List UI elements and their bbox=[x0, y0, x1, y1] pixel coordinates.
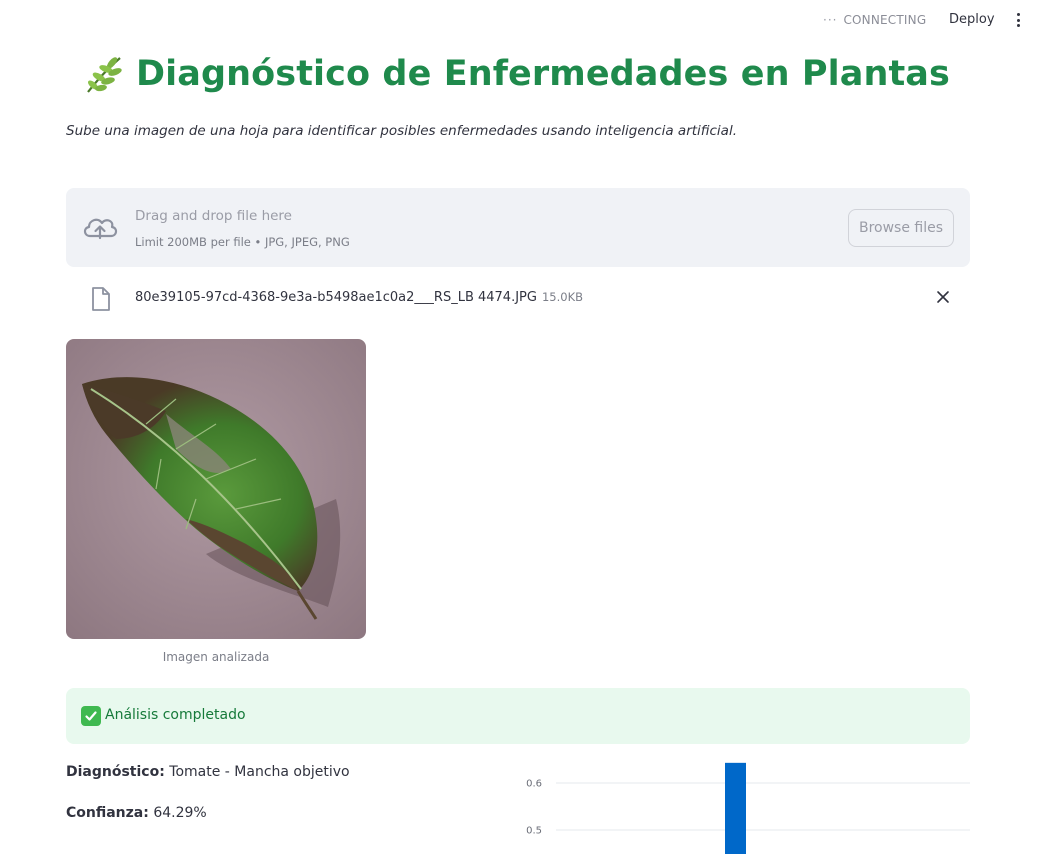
connection-status: ··· CONNECTING bbox=[823, 13, 926, 27]
confidence-bar[interactable] bbox=[725, 762, 746, 854]
herb-icon bbox=[87, 57, 122, 93]
main-menu-icon[interactable] bbox=[1012, 11, 1024, 29]
check-mark-icon bbox=[81, 706, 101, 726]
close-icon[interactable] bbox=[936, 290, 950, 304]
page-title: Diagnóstico de Enfermedades en Plantas bbox=[136, 54, 950, 94]
connecting-icon: ··· bbox=[823, 13, 838, 27]
file-icon bbox=[92, 287, 110, 311]
browse-files-button[interactable]: Browse files bbox=[848, 209, 954, 247]
confidence-bar-chart: 0.6 0.5 bbox=[526, 762, 970, 854]
leaf-photo bbox=[66, 339, 366, 639]
success-alert: Análisis completado bbox=[66, 688, 970, 744]
confidence-line: Confianza: 64.29% bbox=[66, 805, 207, 821]
dropzone-limit: Limit 200MB per file • JPG, JPEG, PNG bbox=[135, 235, 350, 249]
success-message: Análisis completado bbox=[105, 707, 246, 723]
uploaded-file-name: 80e39105-97cd-4368-9e3a-b5498ae1c0a2___R… bbox=[135, 290, 583, 305]
cloud-upload-icon bbox=[83, 218, 118, 240]
top-bar: ··· CONNECTING Deploy bbox=[0, 0, 1049, 40]
page-title-row: Diagnóstico de Enfermedades en Plantas bbox=[82, 52, 950, 96]
status-text: CONNECTING bbox=[843, 13, 927, 27]
page-subtitle: Sube una imagen de una hoja para identif… bbox=[66, 123, 737, 139]
file-uploader-dropzone[interactable]: Drag and drop file here Limit 200MB per … bbox=[66, 188, 970, 267]
diagnosis-line: Diagnóstico: Tomate - Mancha objetivo bbox=[66, 764, 350, 780]
y-tick-label: 0.5 bbox=[526, 826, 542, 837]
confidence-value: 64.29% bbox=[153, 805, 207, 821]
deploy-button[interactable]: Deploy bbox=[949, 12, 995, 27]
uploaded-file-row: 80e39105-97cd-4368-9e3a-b5498ae1c0a2___R… bbox=[66, 284, 970, 314]
file-name-text: 80e39105-97cd-4368-9e3a-b5498ae1c0a2___R… bbox=[135, 290, 537, 305]
y-tick-label: 0.6 bbox=[526, 779, 542, 790]
diagnosis-value: Tomate - Mancha objetivo bbox=[169, 764, 350, 780]
confidence-label: Confianza: bbox=[66, 805, 149, 821]
analyzed-leaf-image bbox=[66, 339, 366, 639]
image-caption: Imagen analizada bbox=[162, 650, 270, 664]
file-size: 15.0KB bbox=[541, 290, 584, 304]
dropzone-instructions: Drag and drop file here bbox=[135, 208, 292, 224]
diagnosis-label: Diagnóstico: bbox=[66, 764, 165, 780]
